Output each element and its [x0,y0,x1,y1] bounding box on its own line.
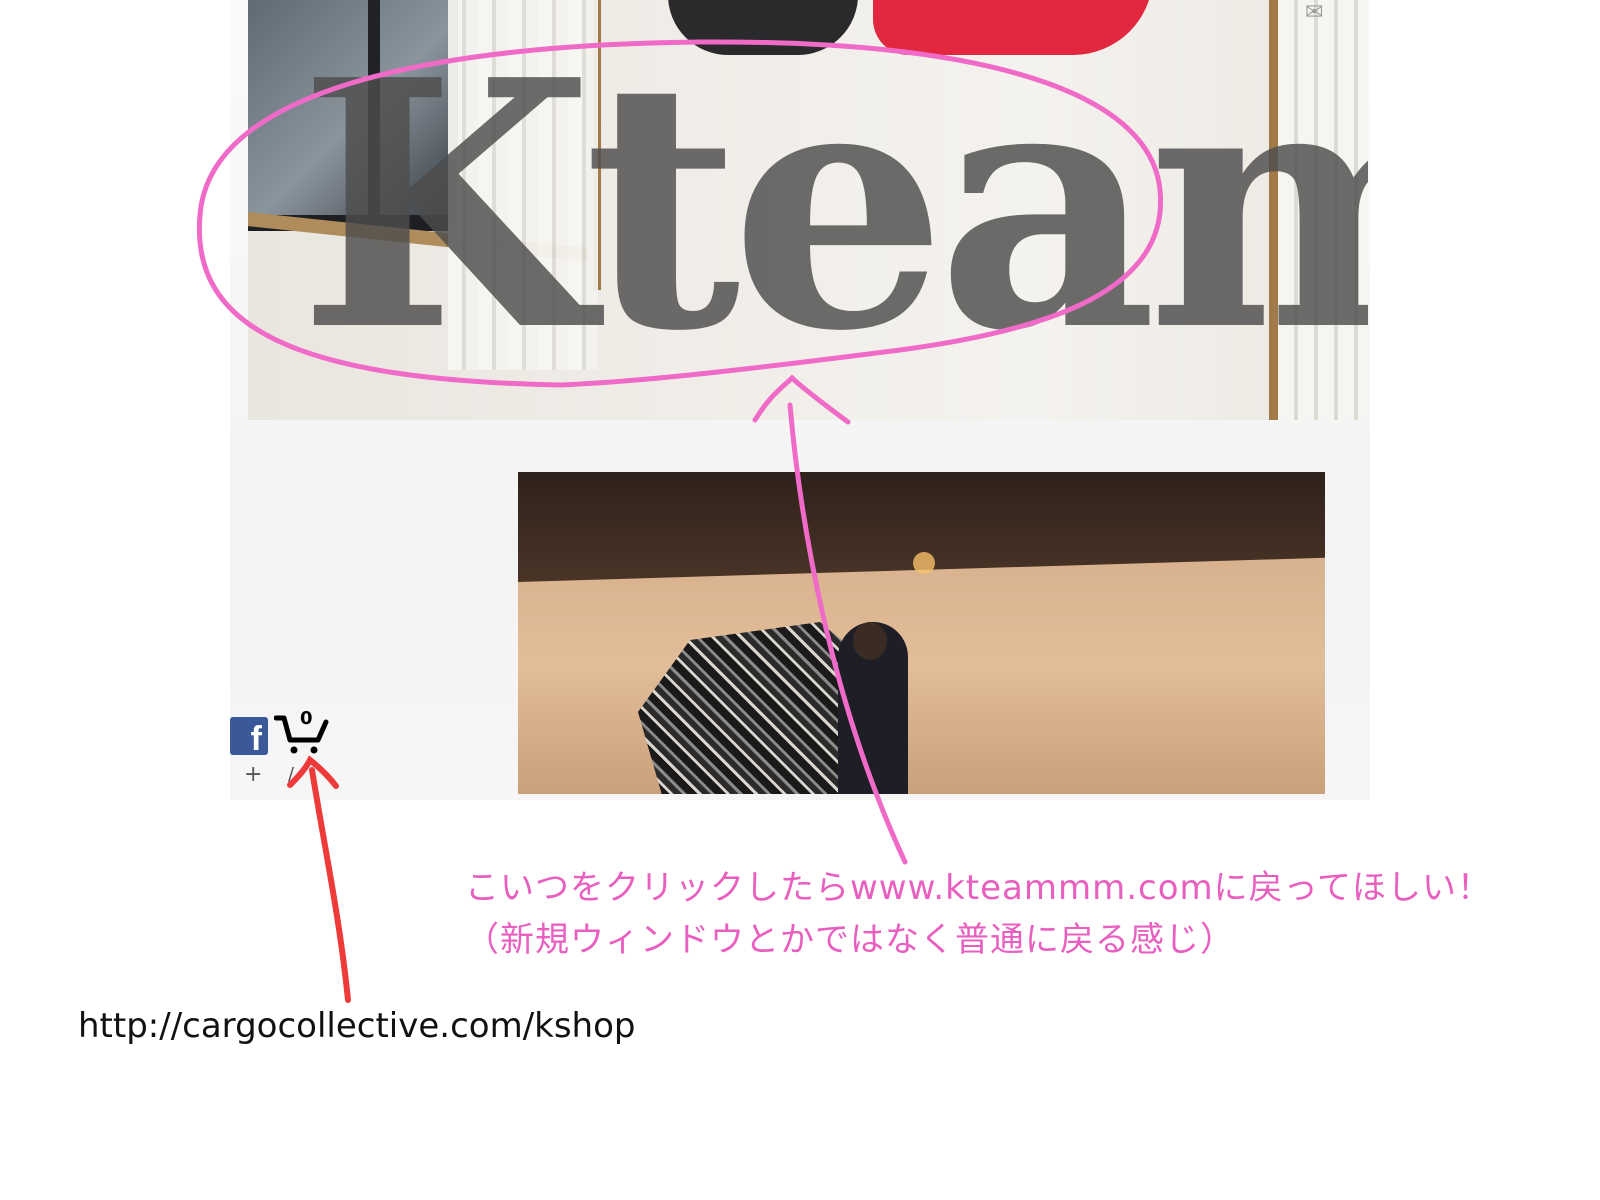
annotation-line-2: （新規ウィンドウとかではなく普通に戻る感じ） [465,920,1235,960]
content-photo [518,472,1325,794]
site-logo[interactable]: Kteam [248,0,1368,420]
facebook-icon[interactable]: f [230,717,268,758]
site-logo-text[interactable]: Kteam [298,7,1368,406]
cart-icon[interactable]: 0 [273,708,330,756]
annotation-line-1: こいつをクリックしたらwww.kteammm.comに戻ってほしい！ [465,868,1492,908]
plus-icon[interactable]: + [244,762,262,787]
cart-count: 0 [300,708,313,729]
url-text: http://cargocollective.com/kshop [78,1006,636,1046]
red-arrow-shaft [309,767,351,1003]
stroke-mark: / [288,764,295,785]
